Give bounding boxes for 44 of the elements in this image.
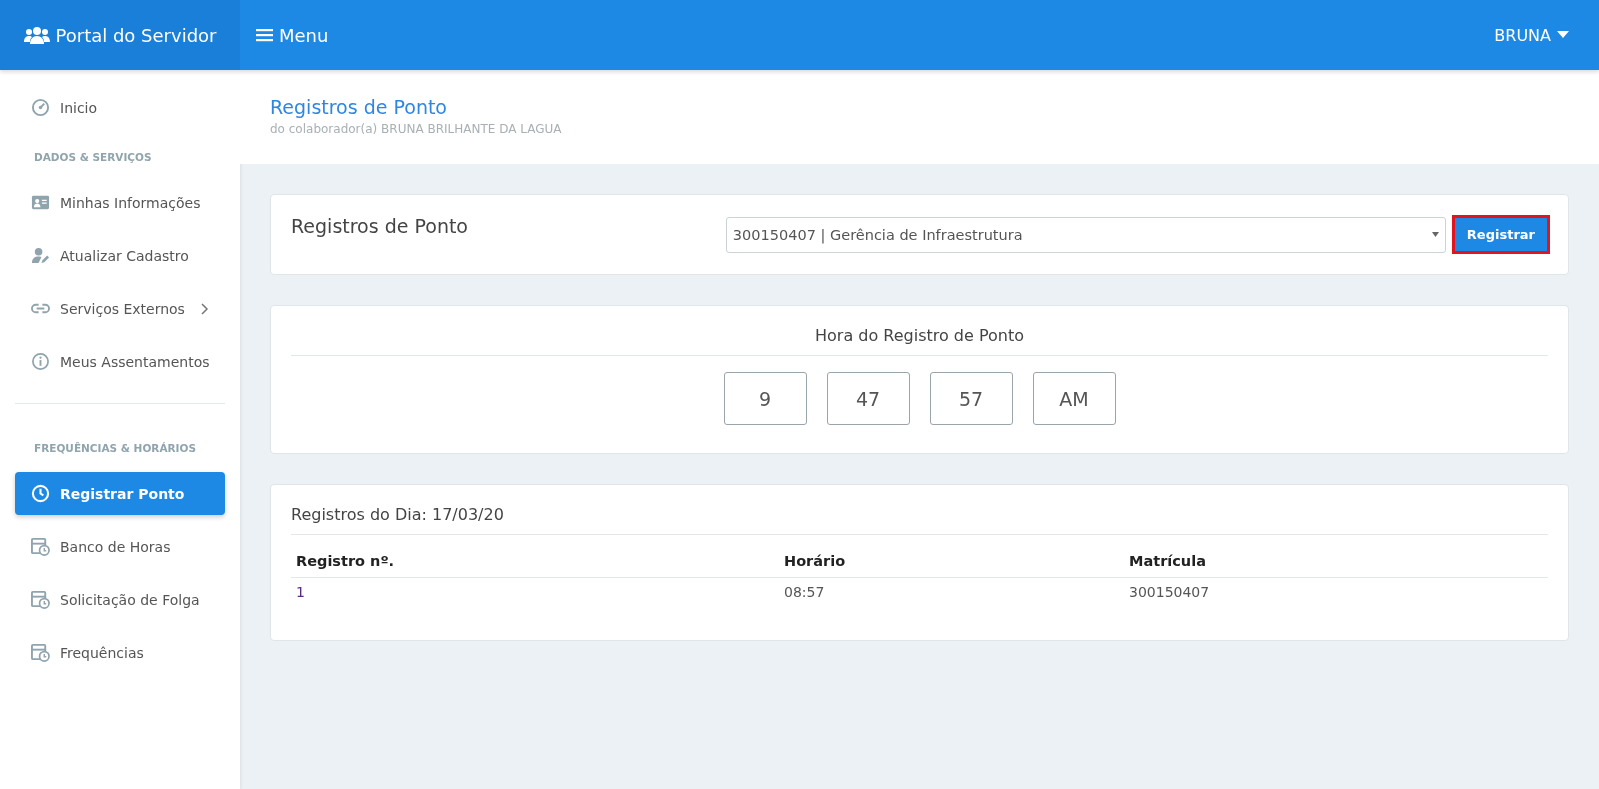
time-box: 57 — [929, 372, 1013, 425]
card-title: Hora do Registro de Ponto — [291, 326, 1548, 356]
page-title: Registros de Ponto — [270, 96, 448, 118]
table-cell: 08:57 — [779, 577, 1124, 606]
time-box: 47 — [826, 372, 910, 425]
sidebar-item[interactable]: Banco de Horas — [15, 525, 225, 568]
dropdown-arrow-icon — [1431, 232, 1439, 237]
column-header: Horário — [779, 545, 1124, 578]
id-card-icon — [31, 193, 50, 212]
calendar-icon — [31, 643, 50, 662]
sidebar-item[interactable]: Minhas Informações — [15, 181, 225, 224]
time-box: 9 — [723, 372, 807, 425]
user-menu-button[interactable]: BRUNA — [1488, 24, 1575, 46]
chevron-right-icon — [200, 302, 209, 315]
sidebar-item[interactable]: Solicitação de Folga — [15, 578, 225, 621]
sidebar-item[interactable]: Serviços Externos — [15, 287, 225, 330]
table-cell: 300150407 — [1124, 577, 1548, 606]
menu-icon — [256, 28, 273, 42]
table-cell: 1 — [291, 577, 779, 606]
sidebar-section-heading: DADOS & SERVIÇOS — [33, 150, 153, 165]
sidebar-item[interactable]: Frequências — [15, 631, 225, 674]
register-button[interactable]: Registrar — [1451, 215, 1550, 254]
sidebar-item[interactable]: Atualizar Cadastro — [15, 234, 225, 277]
matricula-select[interactable]: 300150407 | Gerência de Infraestrutura — [725, 216, 1446, 253]
time-box: AM — [1032, 372, 1116, 425]
column-header: Matrícula — [1124, 545, 1548, 578]
clock-icon — [31, 484, 50, 503]
caret-icon — [1557, 31, 1569, 39]
calendar-table-icon — [31, 537, 50, 556]
dashboard-icon — [31, 98, 50, 117]
sidebar-section-heading: FREQUÊNCIAS & HORÁRIOS — [33, 441, 198, 456]
users-icon — [23, 26, 50, 44]
sidebar-item[interactable]: Meus Assentamentos — [15, 340, 225, 383]
page-subtitle: do colaborador(a) BRUNA BRILHANTE DA LAGUA — [270, 122, 563, 136]
calendar-table-icon — [31, 590, 50, 609]
brand-title: Portal do Servidor — [55, 24, 217, 46]
card-title: Registros do Dia: 17/03/20 — [291, 505, 1548, 535]
info-icon — [31, 352, 50, 371]
menu-button[interactable]: Menu — [252, 20, 333, 50]
sidebar-item[interactable]: Inicio — [15, 86, 225, 129]
user-edit-icon — [31, 246, 50, 265]
column-header: Registro nº. — [291, 545, 779, 578]
card-title: Registros de Ponto — [291, 215, 468, 237]
sidebar-item[interactable]: Registrar Ponto — [15, 472, 225, 515]
